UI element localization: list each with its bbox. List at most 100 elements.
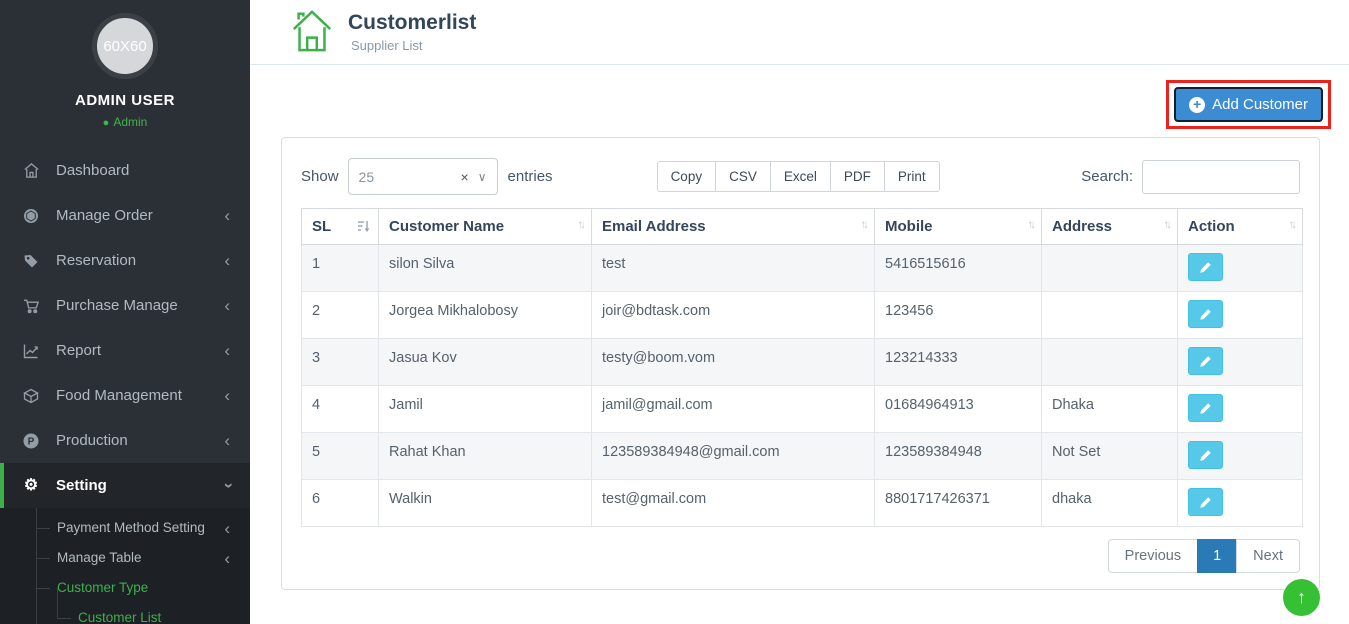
table-row: 1silon Silvatest5416515616 (302, 245, 1303, 292)
chevron-left-icon: ‹ (224, 252, 230, 269)
edit-pencil-icon (1199, 402, 1212, 415)
sidebar-item-label: Reservation (56, 252, 136, 269)
submenu-item-manage-table[interactable]: Manage Table ‹ (0, 543, 250, 573)
add-customer-label: Add Customer (1212, 96, 1308, 113)
column-header-action[interactable]: Action ↑↓ (1178, 209, 1303, 245)
select-caret-icon: ∨ (478, 170, 487, 184)
search-input[interactable] (1142, 160, 1300, 194)
sl-cell: 3 (302, 339, 379, 386)
setting-submenu: Payment Method Setting ‹ Manage Table ‹ … (0, 508, 250, 624)
address-cell: Dhaka (1042, 386, 1178, 433)
email-cell: jamil@gmail.com (592, 386, 875, 433)
cart-icon (20, 298, 42, 314)
sidebar-item-report[interactable]: Report ‹ (0, 328, 250, 373)
sidebar-item-setting[interactable]: ⚙ Setting ‹ (0, 463, 250, 508)
mobile-cell: 123589384948 (875, 433, 1042, 480)
table-header-row: SL Customer Name ↑↓ Email Address ↑↓ (302, 209, 1303, 245)
plus-circle-icon: + (1189, 97, 1205, 113)
page-length-value: 25 (359, 169, 375, 185)
edit-customer-button[interactable] (1188, 441, 1223, 469)
export-pdf-button[interactable]: PDF (830, 161, 885, 192)
email-cell: 123589384948@gmail.com (592, 433, 875, 480)
sort-both-icon: ↑↓ (578, 219, 584, 231)
edit-pencil-icon (1199, 308, 1212, 321)
customer-list-card: Show 25 × ∨ entries CopyCSVExcelPDFPrint… (281, 137, 1320, 590)
sidebar-item-purchase-manage[interactable]: Purchase Manage ‹ (0, 283, 250, 328)
action-cell (1178, 480, 1303, 527)
customer-name-cell: Walkin (379, 480, 592, 527)
page-length-select[interactable]: 25 × ∨ (348, 158, 498, 195)
edit-customer-button[interactable] (1188, 253, 1223, 281)
user-role: ●Admin (0, 115, 250, 129)
table-row: 3Jasua Kovtesty@boom.vom123214333 (302, 339, 1303, 386)
submenu-item-label: Payment Method Setting (57, 520, 205, 535)
sort-both-icon: ↑↓ (1028, 219, 1034, 231)
previous-page-button[interactable]: Previous (1108, 539, 1198, 573)
sidebar: 60X60 ADMIN USER ●Admin Dashboard Manage… (0, 0, 250, 624)
sidebar-item-label: Report (56, 342, 101, 359)
edit-customer-button[interactable] (1188, 347, 1223, 375)
sidebar-item-reservation[interactable]: Reservation ‹ (0, 238, 250, 283)
submenu-item-label: Customer List (78, 610, 161, 624)
submenu-item-payment-method-setting[interactable]: Payment Method Setting ‹ (0, 513, 250, 543)
scroll-to-top-button[interactable]: ↑ (1283, 579, 1320, 616)
user-name: ADMIN USER (0, 92, 250, 109)
sidebar-item-dashboard[interactable]: Dashboard (0, 148, 250, 193)
customer-table: SL Customer Name ↑↓ Email Address ↑↓ (301, 208, 1303, 527)
action-cell (1178, 245, 1303, 292)
email-cell: testy@boom.vom (592, 339, 875, 386)
add-customer-button[interactable]: + Add Customer (1174, 87, 1323, 122)
customer-name-cell: Rahat Khan (379, 433, 592, 480)
current-page-button[interactable]: 1 (1197, 539, 1237, 573)
chevron-left-icon: ‹ (224, 387, 230, 404)
next-page-button[interactable]: Next (1236, 539, 1300, 573)
export-excel-button[interactable]: Excel (770, 161, 831, 192)
action-cell (1178, 339, 1303, 386)
chevron-down-icon: ‹ (219, 483, 236, 489)
mobile-cell: 123214333 (875, 339, 1042, 386)
address-cell (1042, 339, 1178, 386)
column-header-email-address[interactable]: Email Address ↑↓ (592, 209, 875, 245)
address-cell (1042, 292, 1178, 339)
export-csv-button[interactable]: CSV (715, 161, 771, 192)
export-print-button[interactable]: Print (884, 161, 940, 192)
table-row: 4Jamiljamil@gmail.com01684964913Dhaka (302, 386, 1303, 433)
sidebar-item-label: Food Management (56, 387, 182, 404)
email-cell: test (592, 245, 875, 292)
sort-both-icon: ↑↓ (1164, 219, 1170, 231)
submenu-item-customer-list[interactable]: Customer List (0, 603, 250, 624)
edit-customer-button[interactable] (1188, 488, 1223, 516)
profile-section: 60X60 ADMIN USER ●Admin (0, 0, 250, 129)
sidebar-item-label: Setting (56, 477, 107, 494)
column-header-mobile[interactable]: Mobile ↑↓ (875, 209, 1042, 245)
clear-selection-icon[interactable]: × (461, 169, 469, 185)
chevron-left-icon: ‹ (224, 297, 230, 314)
sl-cell: 1 (302, 245, 379, 292)
gear-icon: ⚙ (20, 478, 42, 494)
sidebar-item-production[interactable]: P Production ‹ (0, 418, 250, 463)
column-header-sl[interactable]: SL (302, 209, 379, 245)
customer-name-cell: silon Silva (379, 245, 592, 292)
title-block: Customerlist Supplier List (348, 11, 476, 53)
edit-customer-button[interactable] (1188, 300, 1223, 328)
online-status-dot-icon: ● (103, 117, 110, 129)
content-area: + Add Customer Show 25 × ∨ entries CopyC… (250, 65, 1349, 624)
sl-cell: 4 (302, 386, 379, 433)
sort-both-icon: ↑↓ (861, 219, 867, 231)
table-row: 2Jorgea Mikhalobosyjoir@bdtask.com123456 (302, 292, 1303, 339)
sidebar-item-manage-order[interactable]: Manage Order ‹ (0, 193, 250, 238)
submenu-item-customer-type[interactable]: Customer Type (0, 573, 250, 603)
column-header-customer-name[interactable]: Customer Name ↑↓ (379, 209, 592, 245)
sidebar-item-label: Manage Order (56, 207, 153, 224)
export-copy-button[interactable]: Copy (657, 161, 717, 192)
sidebar-item-food-management[interactable]: Food Management ‹ (0, 373, 250, 418)
edit-customer-button[interactable] (1188, 394, 1223, 422)
customer-name-cell: Jorgea Mikhalobosy (379, 292, 592, 339)
action-cell (1178, 386, 1303, 433)
user-role-label: Admin (113, 115, 147, 129)
email-cell: joir@bdtask.com (592, 292, 875, 339)
action-cell (1178, 292, 1303, 339)
address-cell: dhaka (1042, 480, 1178, 527)
edit-pencil-icon (1199, 355, 1212, 368)
column-header-address[interactable]: Address ↑↓ (1042, 209, 1178, 245)
